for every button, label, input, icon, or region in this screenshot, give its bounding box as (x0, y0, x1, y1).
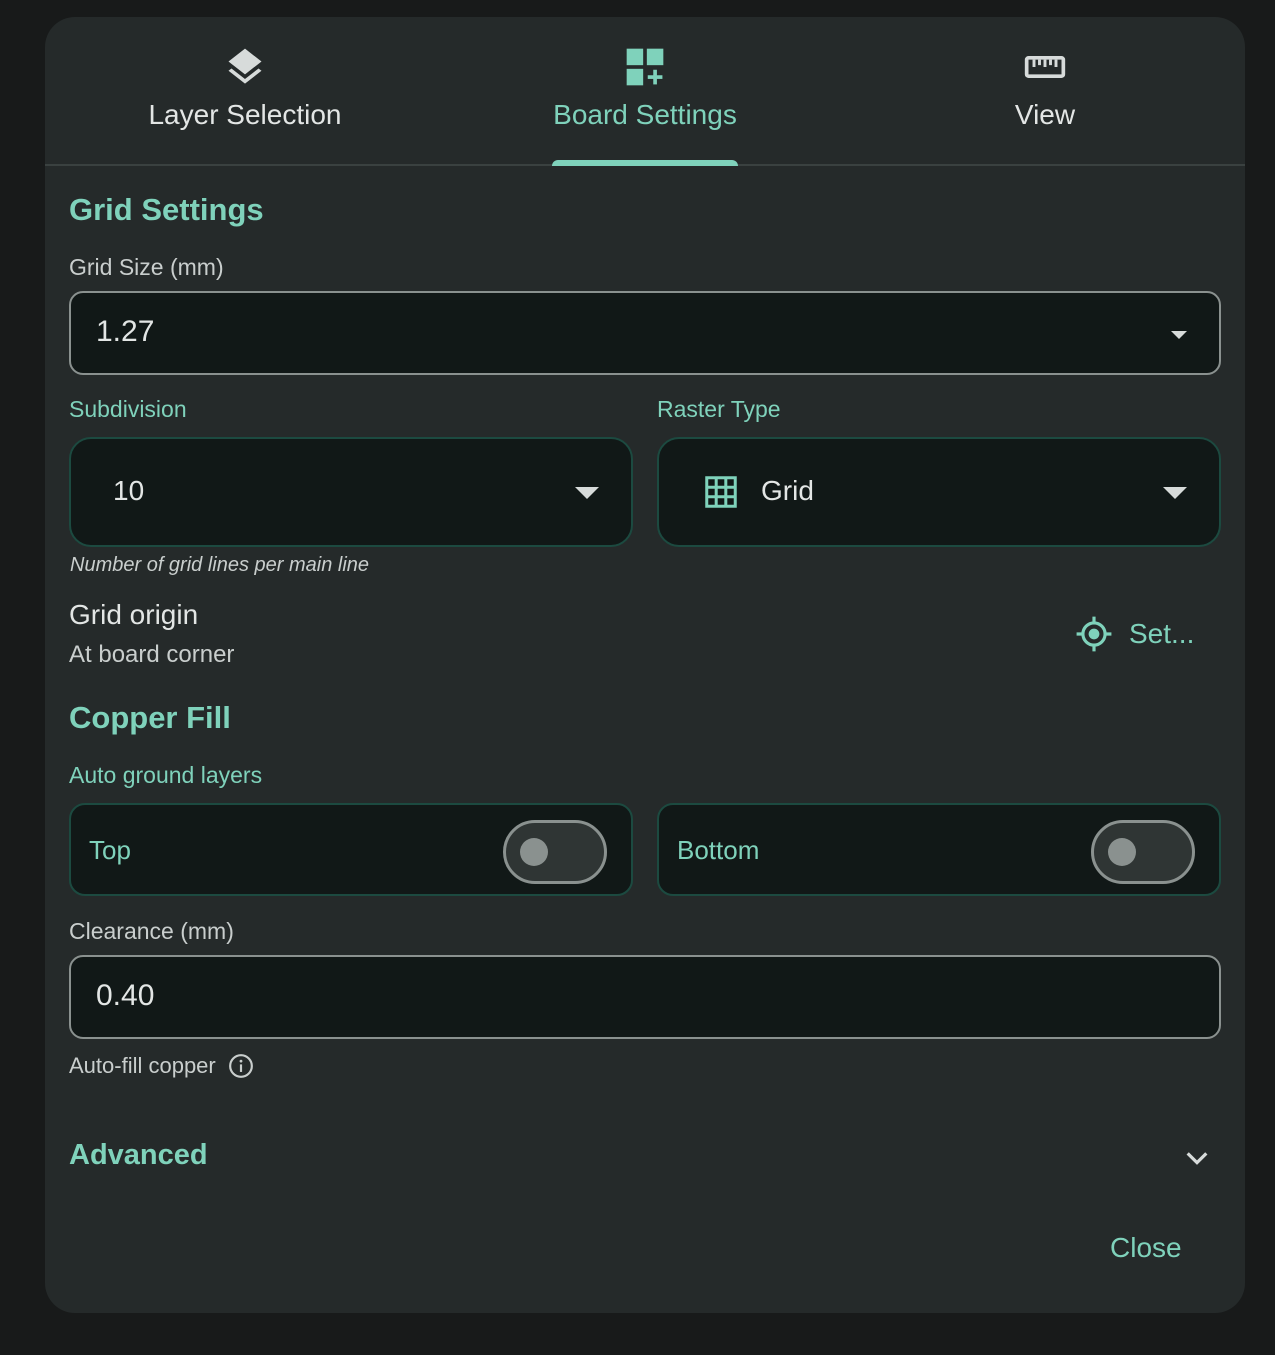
chevron-down-icon (575, 487, 599, 499)
grid-settings-title: Grid Settings (69, 192, 264, 227)
close-button[interactable]: Close (1110, 1232, 1182, 1264)
grid-size-select[interactable]: 1.27 (69, 291, 1221, 375)
raster-type-value: Grid (761, 475, 814, 506)
tab-bar: Layer Selection Board Settings View (45, 17, 1245, 166)
grid-origin-title: Grid origin (69, 599, 199, 630)
advanced-section-header[interactable]: Advanced (69, 1139, 208, 1172)
switch-knob (1108, 838, 1136, 866)
grid-origin-subtitle: At board corner (69, 641, 235, 668)
auto-fill-row: Auto-fill copper (69, 1053, 254, 1079)
switch-knob (520, 838, 548, 866)
set-origin-label: Set... (1129, 618, 1195, 649)
chevron-down-icon (1163, 487, 1187, 499)
tab-label: Board Settings (553, 99, 737, 130)
dashboard-add-icon (626, 48, 664, 86)
bottom-ground-label: Bottom (677, 835, 760, 865)
copper-fill-title: Copper Fill (69, 700, 231, 735)
top-ground-toggle-row[interactable]: Top (69, 803, 633, 896)
expand-chevron-icon[interactable] (1181, 1142, 1213, 1174)
top-ground-label: Top (89, 835, 131, 865)
tab-view[interactable]: View (845, 17, 1245, 164)
raster-type-label: Raster Type (657, 396, 781, 422)
bottom-ground-toggle-row[interactable]: Bottom (657, 803, 1221, 896)
bottom-ground-switch[interactable] (1091, 820, 1195, 884)
subdivision-helper: Number of grid lines per main line (70, 554, 370, 576)
info-icon[interactable] (228, 1053, 254, 1079)
grid-icon (705, 476, 737, 508)
tab-layer-selection[interactable]: Layer Selection (45, 17, 445, 164)
ruler-icon (1024, 56, 1066, 78)
tab-board-settings[interactable]: Board Settings (445, 17, 845, 166)
auto-ground-label: Auto ground layers (69, 762, 263, 788)
crosshair-icon (1076, 616, 1112, 652)
clearance-value: 0.40 (96, 979, 155, 1012)
top-ground-switch[interactable] (503, 820, 607, 884)
layers-icon (228, 48, 262, 84)
tab-label: View (1014, 99, 1076, 130)
set-origin-button[interactable]: Set... (1075, 615, 1194, 653)
grid-size-label: Grid Size (mm) (69, 254, 224, 280)
grid-size-value: 1.27 (96, 315, 155, 348)
raster-type-select[interactable]: Grid (657, 437, 1221, 547)
clearance-label: Clearance (mm) (69, 918, 234, 944)
chevron-down-icon (1171, 331, 1187, 339)
clearance-input[interactable]: 0.40 (69, 955, 1221, 1039)
board-settings-dialog: Layer Selection Board Settings View Grid… (45, 17, 1245, 1313)
subdivision-value: 10 (113, 475, 145, 506)
auto-fill-label: Auto-fill copper (69, 1053, 216, 1078)
active-tab-indicator (552, 160, 738, 166)
tab-label: Layer Selection (148, 99, 342, 130)
subdivision-label: Subdivision (69, 396, 187, 422)
subdivision-select[interactable]: 10 (69, 437, 633, 547)
